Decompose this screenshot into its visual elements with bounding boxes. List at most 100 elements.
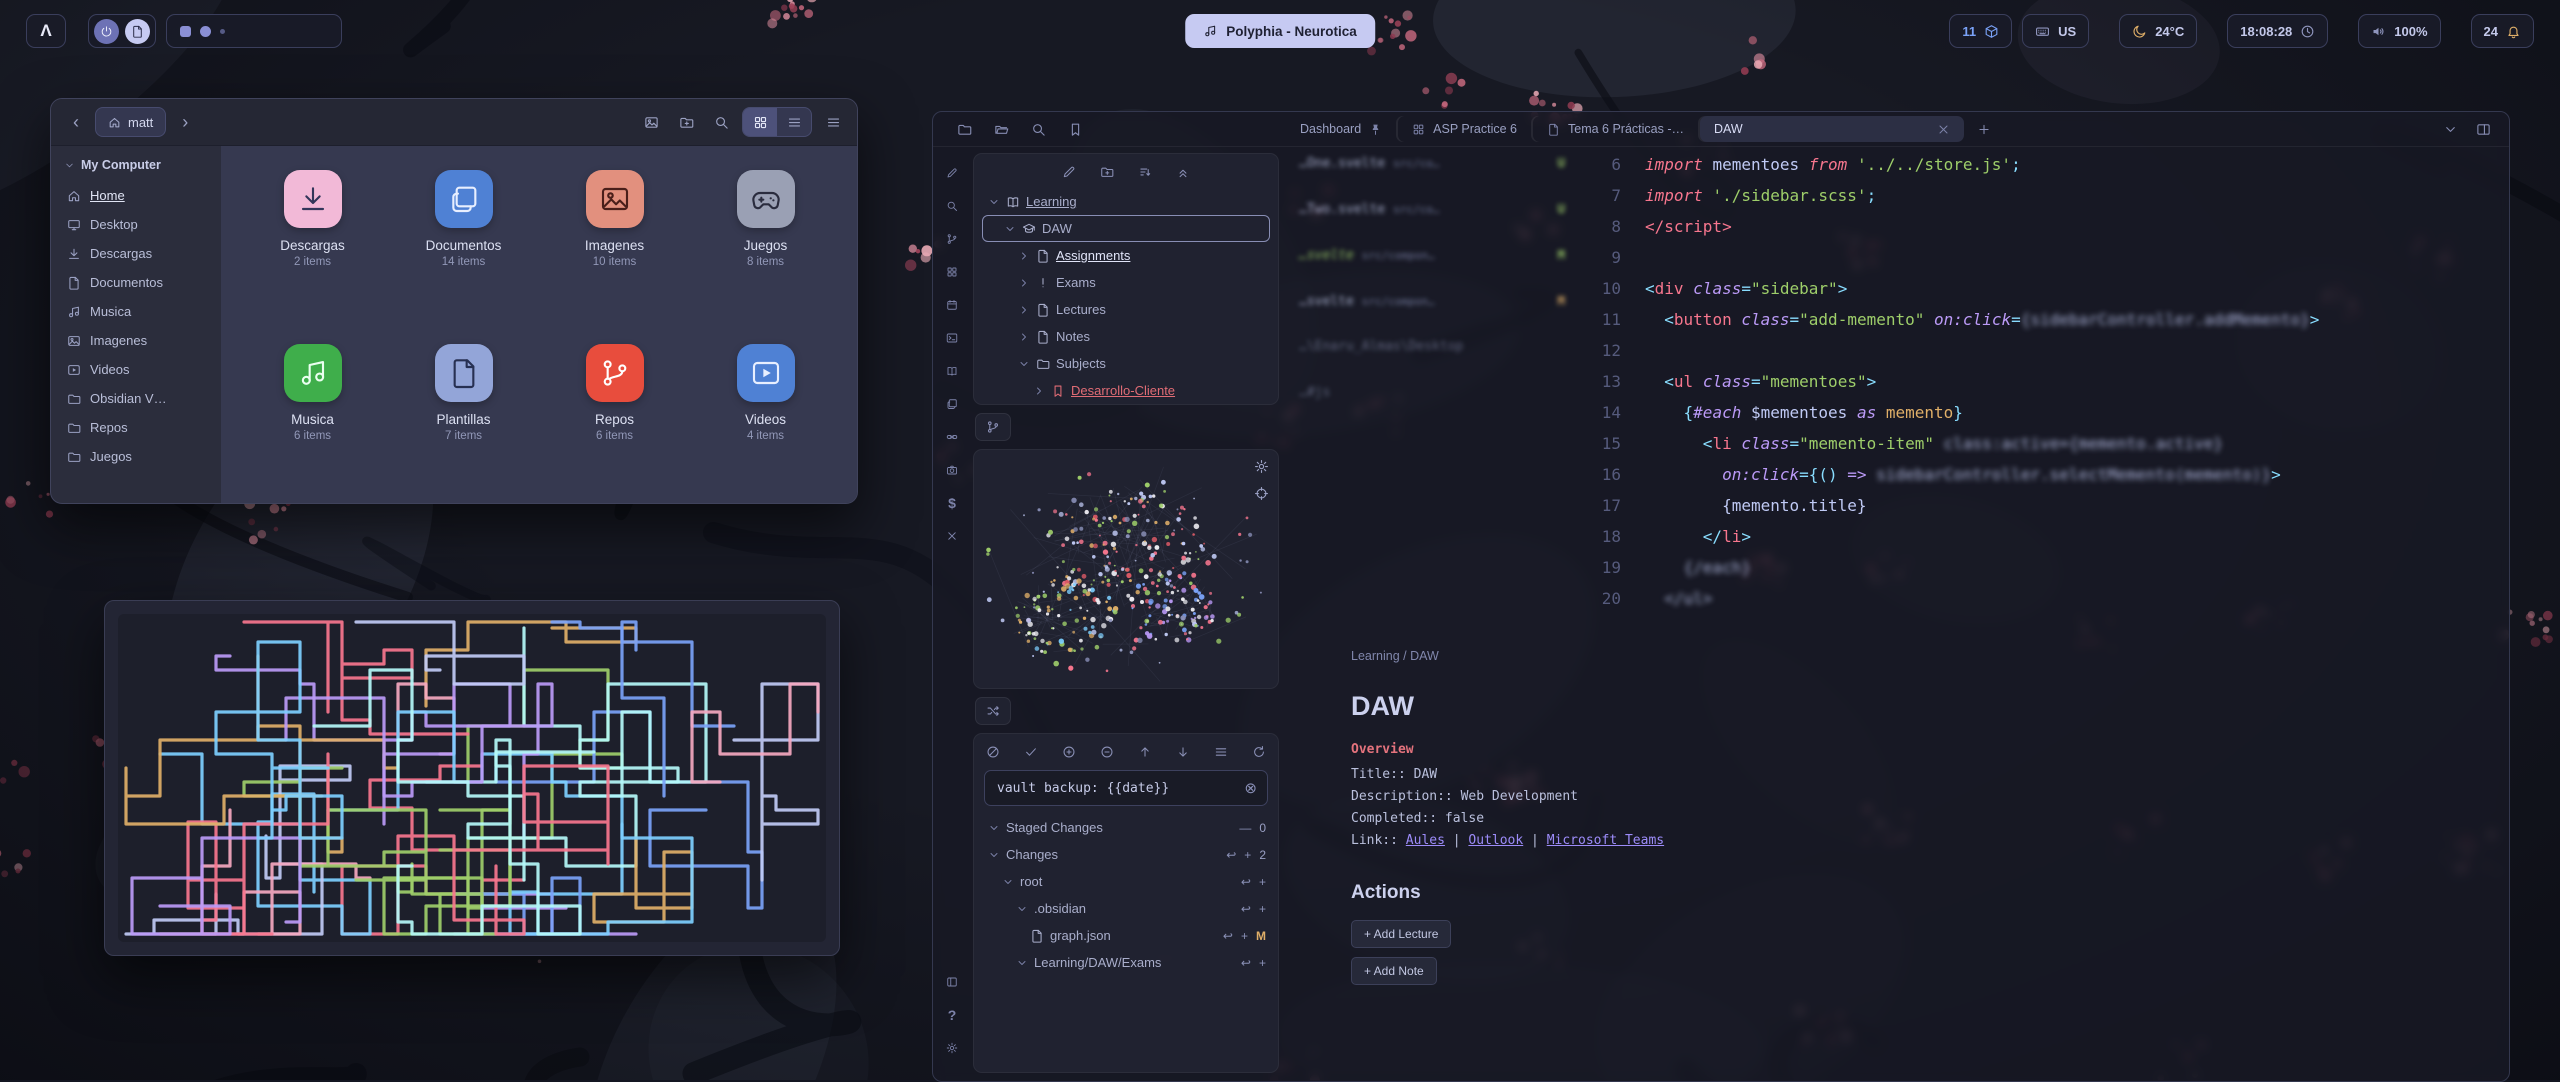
power-button[interactable] bbox=[94, 19, 119, 44]
circle-minus-icon[interactable] bbox=[1100, 745, 1114, 759]
link-button[interactable] bbox=[940, 425, 964, 449]
open-editor-item[interactable]: …sveltesrc/compon…M bbox=[1299, 293, 1565, 339]
help-button[interactable]: ? bbox=[940, 1003, 964, 1027]
explorer-item-desarrollo-cliente[interactable]: Desarrollo-Cliente bbox=[982, 377, 1270, 404]
preview-button[interactable] bbox=[637, 108, 665, 136]
notifications-pill[interactable]: 24 bbox=[2471, 14, 2534, 48]
explorer-item-subjects[interactable]: Subjects bbox=[982, 350, 1270, 377]
folder-repos[interactable]: Repos6 items bbox=[539, 344, 690, 496]
sidebar-item-imagenes[interactable]: Imagenes bbox=[58, 326, 214, 355]
new-tab-button[interactable] bbox=[1971, 116, 1997, 142]
open-editor-item[interactable]: …#js bbox=[1299, 385, 1565, 431]
sidebar-item-musica[interactable]: Musica bbox=[58, 297, 214, 326]
tab-daw[interactable]: DAW bbox=[1700, 116, 1964, 142]
folder-plantillas[interactable]: Plantillas7 items bbox=[388, 344, 539, 496]
folder-juegos[interactable]: Juegos8 items bbox=[690, 170, 841, 322]
note-crumb-item[interactable]: DAW bbox=[1410, 649, 1439, 663]
search-button[interactable] bbox=[707, 108, 735, 136]
sidebar-item-documentos[interactable]: Documentos bbox=[58, 268, 214, 297]
folder-open-icon[interactable] bbox=[994, 122, 1009, 137]
folder-musica[interactable]: Musica6 items bbox=[237, 344, 388, 496]
breadcrumb[interactable]: matt bbox=[95, 107, 166, 137]
sidebar-item-desktop[interactable]: Desktop bbox=[58, 210, 214, 239]
check-icon[interactable] bbox=[1024, 745, 1038, 759]
folder-imagenes[interactable]: Imagenes10 items bbox=[539, 170, 690, 322]
open-editor-item[interactable]: …sveltesrc/compon…M bbox=[1299, 247, 1565, 293]
circle-slash-icon[interactable] bbox=[986, 745, 1000, 759]
stage-icon[interactable]: + bbox=[1259, 902, 1266, 916]
graph-canvas[interactable] bbox=[974, 450, 1278, 688]
note-crumb-item[interactable]: Learning bbox=[1351, 649, 1400, 663]
random-note-button[interactable] bbox=[975, 697, 1011, 725]
explorer-item-daw[interactable]: DAW bbox=[982, 215, 1270, 242]
folder-icon[interactable] bbox=[957, 122, 972, 137]
tab-tema-6-pr-cticas[interactable]: Tema 6 Prácticas -… bbox=[1533, 116, 1698, 142]
folder-descargas[interactable]: Descargas2 items bbox=[237, 170, 388, 322]
stage-icon[interactable]: + bbox=[1259, 875, 1266, 889]
sidebar-section-header[interactable]: My Computer bbox=[58, 154, 214, 181]
sort-icon[interactable] bbox=[1138, 165, 1152, 179]
launcher-button[interactable]: Λ bbox=[26, 14, 66, 48]
git-item-learning-daw-exams[interactable]: Learning/DAW/Exams↩+ bbox=[982, 949, 1270, 976]
split-layout-icon[interactable] bbox=[2476, 122, 2491, 137]
pencil-button[interactable] bbox=[940, 161, 964, 185]
git-item-obsidian[interactable]: .obsidian↩+ bbox=[982, 895, 1270, 922]
git-toggle-button[interactable] bbox=[975, 413, 1011, 441]
explorer-item-assignments[interactable]: Assignments bbox=[982, 242, 1270, 269]
sidebar-item-repos[interactable]: Repos bbox=[58, 413, 214, 442]
open-editor-item[interactable]: …Two.sveltesrc/co…U bbox=[1299, 201, 1565, 247]
sidebar-item-obsidian-v[interactable]: Obsidian V… bbox=[58, 384, 214, 413]
sidebar-item-descargas[interactable]: Descargas bbox=[58, 239, 214, 268]
discard-icon[interactable]: ↩ bbox=[1241, 956, 1251, 970]
bookmark-icon[interactable] bbox=[1068, 122, 1083, 137]
graph-filter-icon[interactable] bbox=[1254, 486, 1269, 501]
back-button[interactable]: ‹ bbox=[61, 107, 91, 137]
note-breadcrumb[interactable]: Learning / DAW bbox=[1351, 649, 2111, 663]
git-item-root[interactable]: root↩+ bbox=[982, 868, 1270, 895]
folder-documentos[interactable]: Documentos14 items bbox=[388, 170, 539, 322]
down-icon[interactable] bbox=[1176, 745, 1190, 759]
git-item-staged-changes[interactable]: Staged Changes—0 bbox=[982, 814, 1270, 841]
folder-plus-icon[interactable] bbox=[1100, 165, 1114, 179]
new-folder-button[interactable] bbox=[672, 108, 700, 136]
sidebar-item-videos[interactable]: Videos bbox=[58, 355, 214, 384]
list-icon[interactable] bbox=[1214, 745, 1228, 759]
note-link-aules[interactable]: Aules bbox=[1406, 833, 1445, 848]
grid-view-button[interactable] bbox=[743, 108, 777, 136]
volume-pill[interactable]: 100% bbox=[2358, 14, 2440, 48]
updates-pill[interactable]: 11 bbox=[1949, 14, 2012, 48]
tab-list-icon[interactable] bbox=[2443, 122, 2458, 137]
book-button[interactable] bbox=[940, 359, 964, 383]
box-button[interactable] bbox=[940, 970, 964, 994]
discard-icon[interactable]: ↩ bbox=[1226, 848, 1236, 862]
calendar-button[interactable] bbox=[940, 293, 964, 317]
add-note-button[interactable]: + Add Note bbox=[1351, 957, 1437, 985]
circle-plus-icon[interactable] bbox=[1062, 745, 1076, 759]
note-link-outlook[interactable]: Outlook bbox=[1468, 833, 1523, 848]
note-link-microsoft-teams[interactable]: Microsoft Teams bbox=[1547, 833, 1664, 848]
add-lecture-button[interactable]: + Add Lecture bbox=[1351, 920, 1451, 948]
folder-videos[interactable]: Videos4 items bbox=[690, 344, 841, 496]
stage-icon[interactable]: + bbox=[1241, 929, 1248, 943]
stage-icon[interactable]: + bbox=[1244, 848, 1251, 862]
menu-button[interactable] bbox=[819, 108, 847, 136]
grid-button[interactable] bbox=[940, 260, 964, 284]
terminal-button[interactable] bbox=[940, 326, 964, 350]
sidebar-item-juegos[interactable]: Juegos bbox=[58, 442, 214, 471]
branch-button[interactable] bbox=[940, 227, 964, 251]
explorer-item-exams[interactable]: Exams bbox=[982, 269, 1270, 296]
refresh-icon[interactable] bbox=[1252, 745, 1266, 759]
up-icon[interactable] bbox=[1138, 745, 1152, 759]
git-item-changes[interactable]: Changes↩+2 bbox=[982, 841, 1270, 868]
notes-button[interactable] bbox=[125, 19, 150, 44]
tab-asp-practice-6[interactable]: ASP Practice 6 bbox=[1398, 116, 1531, 142]
discard-icon[interactable]: ↩ bbox=[1223, 929, 1233, 943]
workspaces-pill[interactable] bbox=[166, 14, 342, 48]
close-tab-icon[interactable] bbox=[1937, 123, 1950, 136]
open-editor-item[interactable]: …\Enaru_Almas\Desktop bbox=[1299, 339, 1565, 385]
list-view-button[interactable] bbox=[777, 108, 811, 136]
open-editor-item[interactable]: …One.sveltesrc/co…U bbox=[1299, 155, 1565, 201]
sidebar-item-home[interactable]: Home bbox=[58, 181, 214, 210]
code-editor[interactable]: 6import mementoes from '../../store.js';… bbox=[1575, 149, 2319, 614]
layers-button[interactable] bbox=[940, 392, 964, 416]
